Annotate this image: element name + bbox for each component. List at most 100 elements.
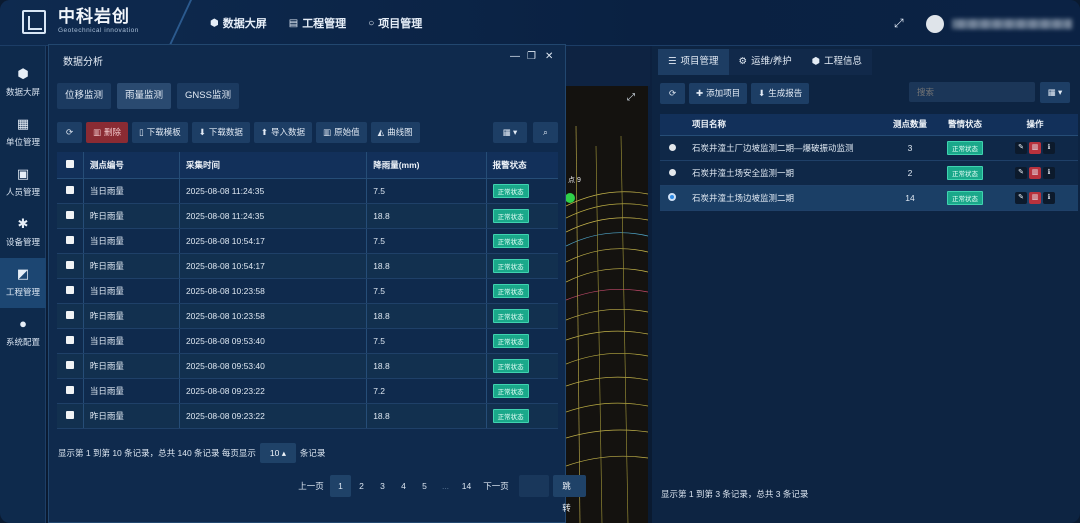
delete-icon[interactable]: ▥ <box>1029 167 1041 179</box>
sidebar-item-personnel[interactable]: ▣ 人员管理 <box>0 158 46 208</box>
row-checkbox[interactable] <box>65 385 74 394</box>
row-checkbox[interactable] <box>65 210 74 219</box>
tab-project-management[interactable]: ☰ 项目管理 <box>658 49 729 75</box>
sidebar-item-units[interactable]: ▦ 单位管理 <box>0 108 46 158</box>
columns-button[interactable]: ▦ ▾ <box>1040 82 1070 103</box>
upload-icon: ⬆ <box>260 127 269 137</box>
gears-icon: ⚙ <box>738 56 748 67</box>
topnav-item-engineering[interactable]: ▤ 工程管理 <box>289 15 346 31</box>
table-row[interactable]: 昨日雨量 2025-08-08 09:23:22 18.8 正常状态 <box>57 403 558 429</box>
checkbox[interactable] <box>65 159 74 168</box>
search-input[interactable] <box>909 82 1035 102</box>
table-row[interactable]: 当日雨量 2025-08-08 09:23:22 7.2 正常状态 <box>57 378 558 404</box>
delete-button[interactable]: ▥ 删除 <box>86 122 129 143</box>
tab-engineering-info[interactable]: ⬢ 工程信息 <box>801 49 873 75</box>
tab-rainfall[interactable]: 雨量监测 <box>117 83 172 109</box>
page-size-select[interactable]: 10 ▴ <box>259 443 296 463</box>
raw-value-button[interactable]: ▥ 原始值 <box>316 122 367 143</box>
minimize-icon[interactable]: — <box>510 51 520 62</box>
column-header[interactable]: 降雨量(mm) <box>366 152 487 179</box>
row-checkbox[interactable] <box>65 235 74 244</box>
page-button[interactable]: 2 <box>351 475 372 497</box>
generate-report-button[interactable]: ⬇ 生成报告 <box>751 83 810 104</box>
delete-icon[interactable]: ▥ <box>1029 192 1041 204</box>
add-project-button[interactable]: ✚ 添加项目 <box>689 83 748 104</box>
maximize-icon[interactable]: ❐ <box>527 51 536 62</box>
column-header[interactable]: 采集时间 <box>178 152 367 179</box>
row-radio[interactable] <box>668 143 676 151</box>
column-header[interactable]: 测点数量 <box>882 114 938 136</box>
sidebar-item-dashboard[interactable]: ⬢ 数据大屏 <box>0 58 46 108</box>
logo-icon <box>22 10 46 34</box>
delete-icon[interactable]: ▥ <box>1029 142 1041 154</box>
avatar[interactable] <box>926 15 944 33</box>
search-button[interactable]: ⌕ <box>533 122 558 143</box>
page-button[interactable]: 4 <box>393 475 414 497</box>
table-row[interactable]: 石炭井潼土厂边坡监测二期—爆破振动监测 3 正常状态 ✎ ▥ ℹ <box>660 135 1078 161</box>
edit-icon[interactable]: ✎ <box>1015 142 1027 154</box>
download-template-button[interactable]: ▯ 下载模板 <box>132 122 188 143</box>
row-radio-checked[interactable] <box>668 192 676 201</box>
table-row[interactable]: 昨日雨量 2025-08-08 11:24:35 18.8 正常状态 <box>57 203 558 229</box>
column-header[interactable]: 操作 <box>992 114 1078 136</box>
row-checkbox[interactable] <box>65 335 74 344</box>
import-data-button[interactable]: ⬆ 导入数据 <box>253 122 313 143</box>
column-header[interactable]: 警情状态 <box>938 114 992 136</box>
refresh-button[interactable]: ⟳ <box>660 83 685 104</box>
topnav-item-dashboard[interactable]: ⬢ 数据大屏 <box>210 15 267 31</box>
curve-chart-button[interactable]: ◭ 曲线图 <box>370 122 420 143</box>
row-checkbox[interactable] <box>65 310 74 319</box>
row-checkbox[interactable] <box>65 410 74 419</box>
table-row[interactable]: 昨日雨量 2025-08-08 10:23:58 18.8 正常状态 <box>57 303 558 329</box>
page-button[interactable]: 1 <box>330 475 351 497</box>
username-blurred[interactable] <box>952 19 1072 29</box>
map-fullscreen-icon[interactable]: ⤢ <box>625 92 637 104</box>
sidebar-item-settings[interactable]: ● 系统配置 <box>0 308 46 358</box>
table-row[interactable]: 当日雨量 2025-08-08 10:23:58 7.5 正常状态 <box>57 278 558 304</box>
tab-gnss[interactable]: GNSS监测 <box>177 83 239 109</box>
tab-maintenance[interactable]: ⚙ 运维/养护 <box>728 49 802 75</box>
topnav-item-projects[interactable]: ○ 项目管理 <box>368 15 422 31</box>
table-row[interactable]: 昨日雨量 2025-08-08 10:54:17 18.8 正常状态 <box>57 253 558 279</box>
table-row[interactable]: 当日雨量 2025-08-08 11:24:35 7.5 正常状态 <box>57 178 558 204</box>
map-view[interactable]: 点 9 <box>566 86 648 523</box>
tab-displacement[interactable]: 位移监测 <box>57 83 112 109</box>
row-radio[interactable] <box>668 168 676 176</box>
select-all-checkbox[interactable] <box>57 152 84 179</box>
info-icon[interactable]: ℹ <box>1043 167 1055 179</box>
page-button[interactable]: 14 <box>456 475 477 497</box>
edit-icon[interactable]: ✎ <box>1015 167 1027 179</box>
refresh-button[interactable]: ⟳ <box>57 122 82 143</box>
map-marker[interactable] <box>566 193 575 203</box>
table-row[interactable]: 当日雨量 2025-08-08 10:54:17 7.5 正常状态 <box>57 228 558 254</box>
table-row[interactable]: 石炭井潼土场安全监测一期 2 正常状态 ✎ ▥ ℹ <box>660 160 1078 186</box>
row-checkbox[interactable] <box>65 285 74 294</box>
cell-value: 18.8 <box>366 203 487 229</box>
table-row[interactable]: 昨日雨量 2025-08-08 09:53:40 18.8 正常状态 <box>57 353 558 379</box>
page-button[interactable]: 3 <box>372 475 393 497</box>
download-data-button[interactable]: ⬇ 下载数据 <box>191 122 250 143</box>
jump-button[interactable]: 跳转 <box>553 475 586 513</box>
row-checkbox[interactable] <box>65 260 74 269</box>
info-icon[interactable]: ℹ <box>1043 142 1055 154</box>
close-icon[interactable]: ✕ <box>545 51 553 62</box>
page-button[interactable]: 5 <box>414 475 435 497</box>
table-row-selected[interactable]: 石炭井潼土场边坡监测二期 14 正常状态 ✎ ▥ ℹ <box>660 185 1078 211</box>
row-checkbox[interactable] <box>65 360 74 369</box>
table-row[interactable]: 当日雨量 2025-08-08 09:53:40 7.5 正常状态 <box>57 328 558 354</box>
next-page-button[interactable]: 下一页 <box>477 475 515 497</box>
column-header[interactable]: 测点编号 <box>82 152 180 179</box>
jump-page-input[interactable] <box>519 475 550 497</box>
sidebar-item-devices[interactable]: ✱ 设备管理 <box>0 208 46 258</box>
prev-page-button[interactable]: 上一页 <box>292 475 330 497</box>
table-body: 当日雨量 2025-08-08 11:24:35 7.5 正常状态 昨日雨量 2… <box>57 178 558 429</box>
info-icon[interactable]: ℹ <box>1043 192 1055 204</box>
column-header[interactable]: 报警状态 <box>485 152 558 179</box>
column-header[interactable]: 项目名称 <box>684 114 882 136</box>
edit-icon[interactable]: ✎ <box>1015 192 1027 204</box>
columns-button[interactable]: ▦ ▾ <box>493 122 527 143</box>
fullscreen-icon[interactable]: ⤢ <box>894 16 904 31</box>
sidebar-item-engineering[interactable]: ◩ 工程管理 <box>0 258 46 308</box>
record-summary: 显示第 1 到第 10 条记录，总共 140 条记录 每页显示 <box>58 448 256 458</box>
row-checkbox[interactable] <box>65 185 74 194</box>
